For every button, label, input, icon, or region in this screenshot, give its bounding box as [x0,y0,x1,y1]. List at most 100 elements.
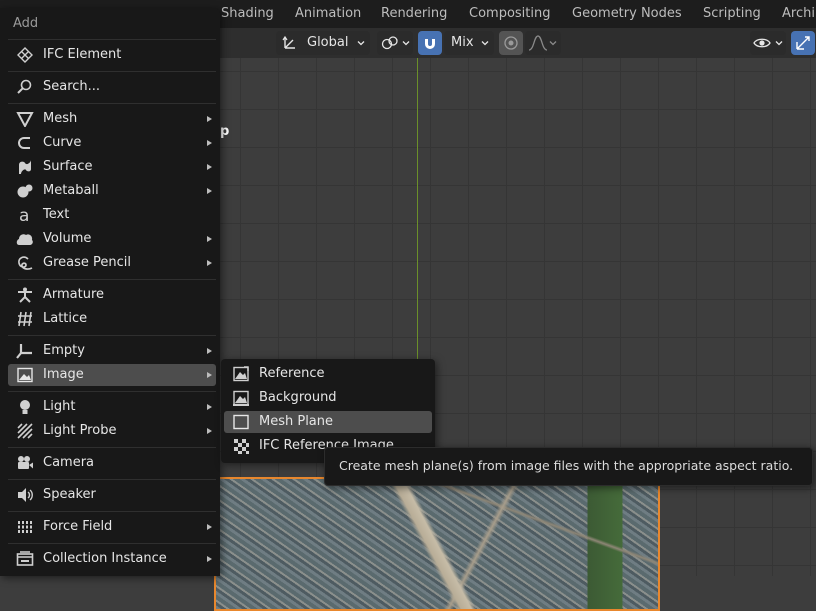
menu-item-collection-instance[interactable]: Collection Instance [8,548,216,570]
submenu-item-label: Mesh Plane [259,414,334,429]
submenu-arrow-icon [207,140,212,146]
surface-icon [19,160,31,174]
mesh-icon [16,112,34,127]
ifc-reference-image-icon [234,439,249,454]
svg-text:a: a [19,207,29,223]
menu-item-mesh[interactable]: Mesh [8,108,216,130]
menu-item-camera[interactable]: Camera [8,452,216,474]
snap-toggle[interactable] [418,31,442,55]
metaball-icon [17,184,33,198]
menu-item-label: Armature [43,287,105,302]
submenu-arrow-icon [207,372,212,378]
menu-separator [8,511,216,512]
visibility-dropdown[interactable] [750,31,786,55]
menu-item-label: Text [43,207,70,222]
menu-item-armature[interactable]: Armature [8,284,216,306]
menu-item-empty[interactable]: Empty [8,340,216,362]
menu-item-light[interactable]: Light [8,396,216,418]
menu-separator [8,447,216,448]
camera-icon [18,456,33,469]
light-icon [20,400,30,414]
empty-icon [16,344,32,359]
menu-item-ifc-element[interactable]: IFC Element [8,44,216,66]
tab-compositing[interactable]: Compositing [469,0,551,28]
menu-item-speaker[interactable]: Speaker [8,484,216,506]
menu-item-curve[interactable]: Curve [8,132,216,154]
image-background-icon [233,390,249,406]
menu-item-image[interactable]: Image [8,364,216,386]
menu-separator [8,335,216,336]
tooltip: Create mesh plane(s) from image files wi… [324,447,813,486]
pivot-icon [381,36,398,50]
tab-rendering[interactable]: Rendering [381,0,447,28]
submenu-item-label: Background [259,390,337,405]
chevron-down-icon [481,41,489,46]
tab-shading[interactable]: Shading [221,0,274,28]
menu-item-label: Force Field [43,519,113,534]
light-probe-icon [17,423,33,439]
submenu-item-background[interactable]: Background [224,387,432,409]
image-plane-object[interactable] [214,477,660,611]
submenu-arrow-icon [207,428,212,434]
snap-target-dropdown[interactable]: Mix [444,31,494,55]
menu-item-volume[interactable]: Volume [8,228,216,250]
armature-icon [18,287,32,303]
submenu-arrow-icon [207,348,212,354]
tab-scripting[interactable]: Scripting [703,0,761,28]
menu-item-label: Light Probe [43,423,117,438]
snap-target-label: Mix [451,35,474,50]
menu-item-label: Camera [43,455,95,470]
snap-icon [425,39,435,49]
curve-icon [18,137,30,149]
proportional-editing-icon [504,36,518,50]
menu-item-label: Curve [43,135,82,150]
menu-separator [8,71,216,72]
menu-item-lattice[interactable]: Lattice [8,308,216,330]
menu-item-metaball[interactable]: Metaball [8,180,216,202]
transform-orientation-dropdown[interactable]: Global [276,31,370,55]
menu-item-grease-pencil[interactable]: Grease Pencil [8,252,216,274]
transform-orientation-label: Global [307,35,349,50]
submenu-item-reference[interactable]: Reference [224,363,432,385]
menu-item-light-probe[interactable]: Light Probe [8,420,216,442]
menu-item-label: Volume [43,231,92,246]
submenu-item-label: Reference [259,366,325,381]
menu-item-label: IFC Element [43,47,122,62]
tab-animation[interactable]: Animation [295,0,361,28]
menu-item-force-field[interactable]: Force Field [8,516,216,538]
chevron-down-icon [549,41,557,46]
volume-icon [16,234,33,245]
grease-pencil-icon [18,256,33,270]
menu-item-label: Grease Pencil [43,255,131,270]
gizmo-icon [796,36,810,50]
menu-item-label: Surface [43,159,93,174]
speaker-icon [18,488,33,502]
menu-separator [8,103,216,104]
chevron-down-icon [402,41,410,46]
submenu-arrow-icon [207,188,212,194]
menu-item-label: Search... [43,79,101,94]
proportional-falloff-dropdown[interactable] [525,31,561,55]
menu-separator [8,391,216,392]
orientation-icon [282,35,295,49]
gizmo-toggle[interactable] [791,31,815,55]
add-menu: Add IFC Element Search... Mesh Curve Sur… [0,8,220,576]
menu-separator [8,543,216,544]
ifc-element-icon [17,47,33,63]
menu-item-label: Light [43,399,76,414]
search-icon [17,79,32,94]
menu-item-text[interactable]: a Text [8,204,216,226]
lattice-icon [18,311,32,327]
menu-item-search[interactable]: Search... [8,76,216,98]
collection-instance-icon [16,551,34,566]
proportional-editing-toggle[interactable] [499,31,523,55]
tab-geometry-nodes[interactable]: Geometry Nodes [572,0,682,28]
submenu-item-mesh-plane[interactable]: Mesh Plane [224,411,432,433]
pivot-point-dropdown[interactable] [377,31,413,55]
tab-archi[interactable]: Archi [782,0,815,28]
submenu-arrow-icon [207,164,212,170]
menu-separator [8,39,216,40]
submenu-arrow-icon [207,524,212,530]
menu-item-surface[interactable]: Surface [8,156,216,178]
menu-item-label: Mesh [43,111,78,126]
